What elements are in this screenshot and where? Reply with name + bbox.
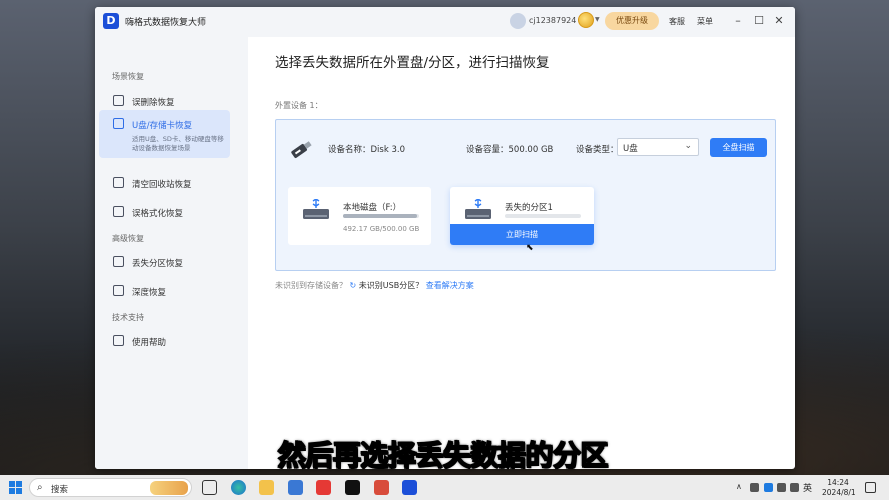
help-line: 未识别到存储设备？ ↻ 未识别USB分区？ 查看解决方案 [275, 280, 474, 291]
windows-start-icon[interactable] [9, 481, 22, 494]
photo-app-icon[interactable] [374, 480, 389, 495]
sidebar-item-label: 深度恢复 [132, 288, 167, 298]
recycle-bin-icon [113, 177, 124, 188]
sidebar-item-label: 使用帮助 [132, 338, 167, 348]
sidebar-item-recycle[interactable]: 清空回收站恢复 [101, 170, 230, 196]
wps-icon[interactable] [316, 480, 331, 495]
page-title: 选择丢失数据所在外置盘/分区，进行扫描恢复 [275, 55, 550, 71]
user-id[interactable]: cj12387924 [529, 16, 576, 25]
device-type-label: 设备类型： [576, 145, 619, 155]
vip-badge-icon[interactable] [578, 12, 594, 28]
task-view-icon[interactable] [202, 480, 217, 495]
minimize-icon[interactable]: – [731, 13, 745, 29]
chevron-up-icon[interactable]: ∧ [736, 482, 742, 491]
device-name: 设备名称：Disk 3.0 [328, 145, 405, 155]
sidebar-item-usb-card[interactable]: U盘/存储卡恢复 适用U盘、SD卡、移动硬盘等移动设备数据恢复场景 [99, 110, 230, 158]
tray-bluetooth-icon[interactable] [764, 483, 773, 492]
maximize-icon[interactable]: ☐ [752, 13, 766, 29]
app-logo-icon: D [103, 13, 119, 29]
close-icon[interactable]: ✕ [772, 13, 786, 29]
notification-icon[interactable] [865, 482, 876, 493]
taskbar: ⌕ 搜索 ∧ 英 14:24 2024/8/1 [0, 475, 889, 500]
usb-drive-icon [465, 199, 491, 219]
sidebar-item-format[interactable]: 误格式化恢复 [101, 199, 230, 225]
view-solution-link[interactable]: 查看解决方案 [426, 281, 474, 290]
full-scan-button[interactable]: 全盘扫描 [710, 138, 767, 157]
partition-card-local[interactable]: 本地磁盘（F:） 492.17 GB/500.00 GB [288, 187, 431, 245]
trash-restore-icon [113, 95, 124, 106]
data-recovery-app-icon[interactable] [402, 480, 417, 495]
search-placeholder: 搜索 [51, 485, 69, 495]
search-icon: ⌕ [37, 482, 43, 493]
network-icon[interactable] [777, 483, 786, 492]
capcut-icon[interactable] [345, 480, 360, 495]
volume-icon[interactable] [790, 483, 799, 492]
sidebar: 场景恢复 误删除恢复 U盘/存储卡恢复 适用U盘、SD卡、移动硬盘等移动设备数据… [95, 37, 248, 469]
upgrade-button[interactable]: 优惠升级 [605, 12, 659, 30]
deep-scan-icon [113, 285, 124, 296]
app-title: 嗨格式数据恢复大师 [125, 18, 207, 28]
sidebar-item-label: U盘/存储卡恢复 [132, 121, 193, 131]
section-scene-label: 场景恢复 [112, 72, 144, 81]
sidebar-item-description: 适用U盘、SD卡、移动硬盘等移动设备数据恢复场景 [132, 135, 224, 152]
sidebar-item-lost-partition[interactable]: 丢失分区恢复 [101, 249, 230, 275]
usage-bar [505, 214, 581, 218]
video-subtitle: 然后再选择丢失数据的分区 [277, 438, 609, 473]
clock[interactable]: 14:24 2024/8/1 [822, 478, 856, 498]
unrecognized-usb-question: 未识别USB分区？ [358, 281, 424, 290]
partition-card-lost[interactable]: 丢失的分区1 立即扫描 [450, 187, 594, 245]
usage-bar-fill [343, 214, 418, 218]
usb-drive-icon [113, 118, 124, 129]
refresh-icon[interactable]: ↻ [350, 281, 357, 290]
customer-service-link[interactable]: 客服 [669, 16, 685, 27]
format-disk-icon [113, 206, 124, 217]
sidebar-item-label: 清空回收站恢复 [132, 180, 192, 190]
partition-title: 本地磁盘（F:） [343, 203, 402, 213]
sidebar-item-label: 误格式化恢复 [132, 209, 184, 219]
partition-icon [113, 256, 124, 267]
unrecognized-device-question: 未识别到存储设备？ [275, 281, 347, 290]
sidebar-item-label: 丢失分区恢复 [132, 259, 184, 269]
mouse-cursor-icon: ⬉ [526, 243, 534, 253]
sidebar-item-deep[interactable]: 深度恢复 [101, 278, 230, 304]
search-highlight-icon [150, 481, 188, 495]
chevron-down-icon[interactable]: ▼ [595, 16, 600, 23]
user-avatar-icon[interactable] [510, 13, 526, 29]
help-book-icon [113, 335, 124, 346]
scan-now-button[interactable]: 立即扫描 [450, 224, 594, 245]
section-advanced-label: 高级恢复 [112, 234, 144, 243]
app-window: D 嗨格式数据恢复大师 cj12387924 ▼ 优惠升级 客服 菜单 – ☐ … [95, 7, 795, 469]
clock-date: 2024/8/1 [822, 488, 856, 497]
menu-link[interactable]: 菜单 [697, 16, 713, 27]
taskbar-search[interactable]: ⌕ 搜索 [29, 478, 192, 497]
ime-indicator[interactable]: 英 [803, 481, 812, 494]
clock-time: 14:24 [827, 478, 849, 487]
chevron-down-icon: ⌄ [684, 141, 692, 151]
section-support-label: 技术支持 [112, 313, 144, 322]
partition-size: 492.17 GB/500.00 GB [343, 225, 420, 233]
sidebar-item-label: 误删除恢复 [132, 98, 175, 108]
usb-stick-icon [291, 141, 312, 158]
usb-drive-icon [303, 199, 329, 219]
title-bar: D 嗨格式数据恢复大师 cj12387924 ▼ 优惠升级 客服 菜单 – ☐ … [95, 7, 795, 37]
file-explorer-icon[interactable] [259, 480, 274, 495]
partition-title: 丢失的分区1 [505, 203, 553, 213]
store-icon[interactable] [288, 480, 303, 495]
external-device-label: 外置设备 1： [275, 101, 323, 110]
sidebar-item-help[interactable]: 使用帮助 [101, 328, 230, 354]
device-type-select[interactable]: U盘 ⌄ [617, 138, 699, 156]
edge-browser-icon[interactable] [231, 480, 246, 495]
device-capacity: 设备容量：500.00 GB [466, 145, 554, 155]
device-type-value: U盘 [623, 144, 638, 154]
usage-bar [343, 214, 419, 218]
tray-app-icon[interactable] [750, 483, 759, 492]
